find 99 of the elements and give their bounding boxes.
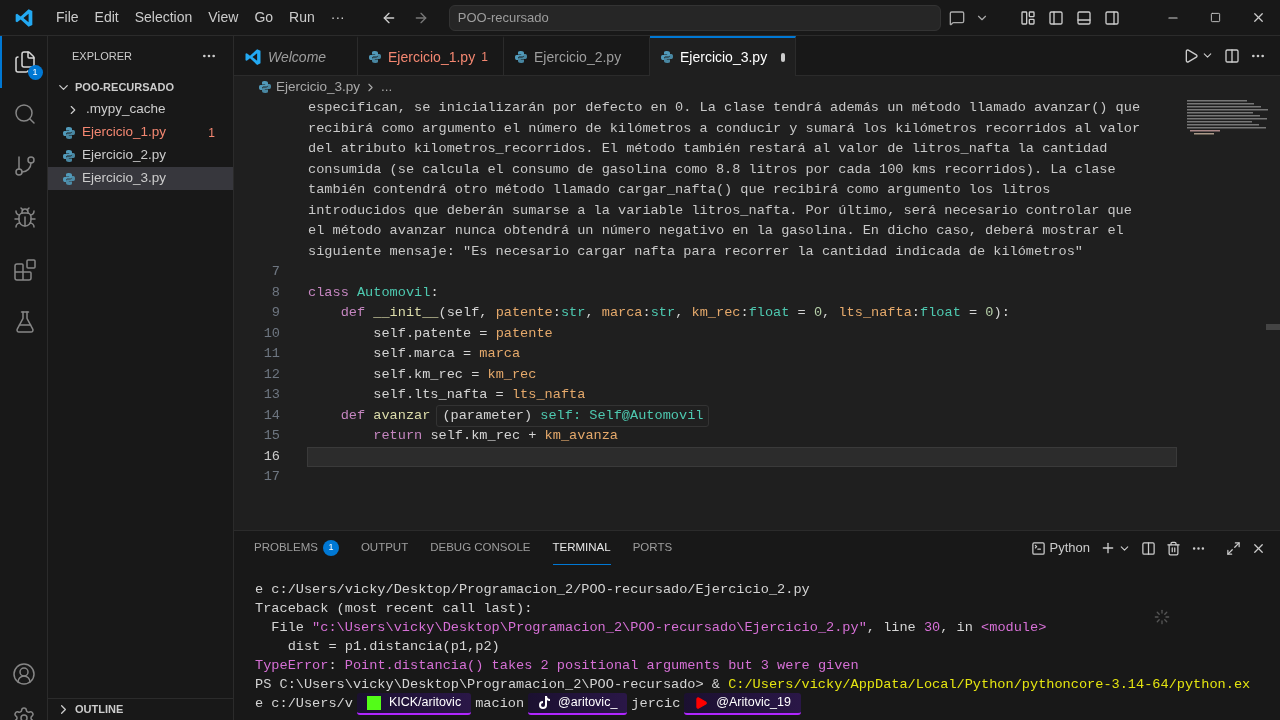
code-line: recibirá como argumento el número de kilómetros a conducir y sumará los kilómetros recorridos al valor	[308, 119, 1141, 138]
terminal-profile-button[interactable]: Python	[1030, 538, 1090, 558]
line-number: 17	[262, 468, 280, 487]
menu-item[interactable]: File	[48, 7, 87, 28]
sidebar-toggle-icon[interactable]	[1048, 9, 1064, 26]
branch-icon	[12, 154, 37, 178]
panel-tab[interactable]: OUTPUT	[360, 531, 409, 565]
line-number: 14	[262, 406, 280, 425]
scrollbar-thumb	[1266, 324, 1280, 330]
python-file-icon	[62, 148, 76, 163]
terminal-line: TypeError: Point.distancia() takes 2 positional arguments but 3 were given	[255, 657, 859, 675]
notification-badge: 1	[27, 65, 43, 80]
terminal-icon	[1030, 540, 1046, 556]
panel-tab[interactable]: PROBLEMS 1	[254, 531, 339, 565]
python-file-icon	[258, 80, 272, 94]
social-handle-badge: KICK/aritovic	[356, 692, 472, 715]
code-line: self.lts_nafta = lts_nafta	[372, 386, 586, 405]
code-line: introducidos que deberán sumarse a la variable litros_nafta. Por último, será necesario controlar que	[308, 201, 1132, 220]
code-line: self.km_rec = km_rec	[372, 365, 537, 384]
code-line: class Automovil:	[308, 283, 439, 302]
menu-item[interactable]: Edit	[86, 7, 127, 28]
account-icon[interactable]	[11, 662, 36, 686]
terminal-line: Traceback (most recent call last):	[255, 600, 533, 618]
file-tree-item[interactable]: Ejercicio_1.py 1	[48, 121, 233, 144]
breadcrumb-item[interactable]: Ejercicio_3.py	[276, 76, 361, 98]
layout-icon[interactable]	[1020, 9, 1036, 26]
python-file-icon	[62, 171, 76, 186]
welcome-logo-icon	[244, 48, 262, 66]
outline-section-header[interactable]: OUTLINE	[48, 698, 233, 720]
terminal-line: macion	[475, 695, 525, 713]
bug-icon	[12, 206, 37, 230]
code-line: el método avanzar nunca obtendrá un número negativo en la gasolina. En dicho caso, deberá mostrar el	[308, 222, 1124, 241]
menu-item[interactable]: Go	[246, 7, 282, 28]
code-line: self.patente = patente	[372, 324, 553, 343]
code-line: def __init__(self, patente:str, marca:str, km_rec:float = 0, lts_nafta:float = 0):	[339, 304, 1010, 323]
maximize-panel-icon[interactable]	[1226, 540, 1241, 556]
line-number: 16	[262, 447, 280, 466]
code-line: self.marca = marca	[372, 345, 521, 364]
python-file-icon	[660, 50, 674, 64]
file-tree-item[interactable]: .mypy_cache	[48, 98, 233, 121]
run-icon[interactable]	[1183, 47, 1199, 64]
maximize-icon[interactable]	[1210, 12, 1221, 23]
menu-item[interactable]: View	[200, 7, 247, 28]
split-editor-icon[interactable]	[1224, 47, 1240, 64]
code-line: también contendrá otro método llamado cargar_nafta() que recibirá como argumento los litros	[308, 181, 1051, 200]
menu-item[interactable]: Selection	[126, 7, 201, 28]
line-number: 8	[270, 283, 280, 302]
breadcrumb-item[interactable]: ...	[381, 76, 393, 98]
code-line: especifican, se inicializarán por defecto en 0. La clase tendrá además un método llamado avanzar() que	[308, 99, 1141, 118]
terminal-line: e c:/Users/v	[255, 695, 353, 713]
plus-icon[interactable]	[1100, 540, 1116, 556]
loading-spinner-icon	[1154, 609, 1170, 625]
terminal-line: dist = p1.distancia(p1,p2)	[286, 638, 500, 656]
play-logo-icon	[694, 695, 709, 710]
code-line: def avanzar	[339, 406, 431, 425]
code-line: consumida (se calcula el consumo de gasolina como 8.8 litros por cada 100 kms recorridos). La clase	[308, 160, 1116, 179]
command-center-field[interactable]: POO-recursado	[448, 4, 941, 31]
search-icon	[12, 102, 37, 126]
app-logo-icon	[14, 7, 34, 28]
menu-item[interactable]: Run	[281, 7, 323, 28]
python-file-icon	[514, 50, 528, 64]
line-number: 12	[262, 365, 280, 384]
file-tree-item[interactable]: Ejercicio_3.py	[48, 167, 233, 190]
python-file-icon	[62, 125, 76, 140]
social-handle-badge: @aritovic_	[528, 692, 628, 715]
editor-tab[interactable]: Ejercicio_1.py 1	[358, 36, 504, 76]
hover-tooltip: (parameter) self: Self@Automovil	[436, 404, 710, 427]
terminal-line: PS C:\Users\vicky\Desktop\Programacion_2\POO-recursado> & C:/Users/vicky/AppData/Local/Python/pythoncore-3.14-64/python.ex	[255, 676, 1251, 694]
folder-row[interactable]: POO-RECURSADO	[48, 76, 233, 98]
code-line: siguiente mensaje: "Es necesario cargar nafta para recorrer la cantidad indicada de kilómetros"	[308, 242, 1083, 261]
line-number: 9	[270, 304, 280, 323]
blocks-icon	[12, 258, 37, 282]
menu-item[interactable]: ···	[322, 7, 353, 28]
line-number: 13	[262, 386, 280, 405]
secondary-sidebar-icon[interactable]	[1104, 9, 1120, 26]
panel-toggle-icon[interactable]	[1076, 9, 1092, 26]
editor-tab[interactable]: Welcome	[234, 36, 358, 76]
code-line: return self.km_rec + km_avanza	[372, 427, 618, 446]
terminal-line: jercic	[631, 695, 681, 713]
close-icon[interactable]	[1251, 10, 1266, 25]
trash-icon[interactable]	[1166, 540, 1181, 556]
social-handle-badge: @Aritovic_19	[684, 692, 801, 715]
line-number: 15	[262, 427, 280, 446]
line-number: 7	[270, 263, 280, 282]
music-note-icon	[538, 695, 551, 710]
file-tree-item[interactable]: Ejercicio_2.py	[48, 144, 233, 167]
code-line: del atributo kilometros_recorridos. El método también restará al valor de litros_nafta la cantidad	[308, 140, 1108, 159]
line-number: 11	[262, 345, 280, 364]
line-number: 10	[262, 324, 280, 343]
editor-tab[interactable]: Ejercicio_3.py	[650, 36, 796, 76]
terminal-line: e c:/Users/vicky/Desktop/Programacion_2/POO-recursado/Ejercicio_2.py	[255, 581, 810, 599]
panel-tab[interactable]: PORTS	[632, 531, 673, 565]
panel-tab[interactable]: TERMINAL	[552, 531, 611, 565]
terminal-line: File "c:\Users\vicky\Desktop\Programacion_2\POO-recursado\Ejercicio_2.py", line 30, in <module>	[270, 619, 1047, 637]
panel-tab[interactable]: DEBUG CONSOLE	[430, 531, 531, 565]
python-file-icon	[368, 50, 382, 64]
files-icon	[12, 50, 37, 74]
sidebar-title: EXPLORER	[72, 48, 132, 64]
split-terminal-icon[interactable]	[1141, 540, 1156, 556]
